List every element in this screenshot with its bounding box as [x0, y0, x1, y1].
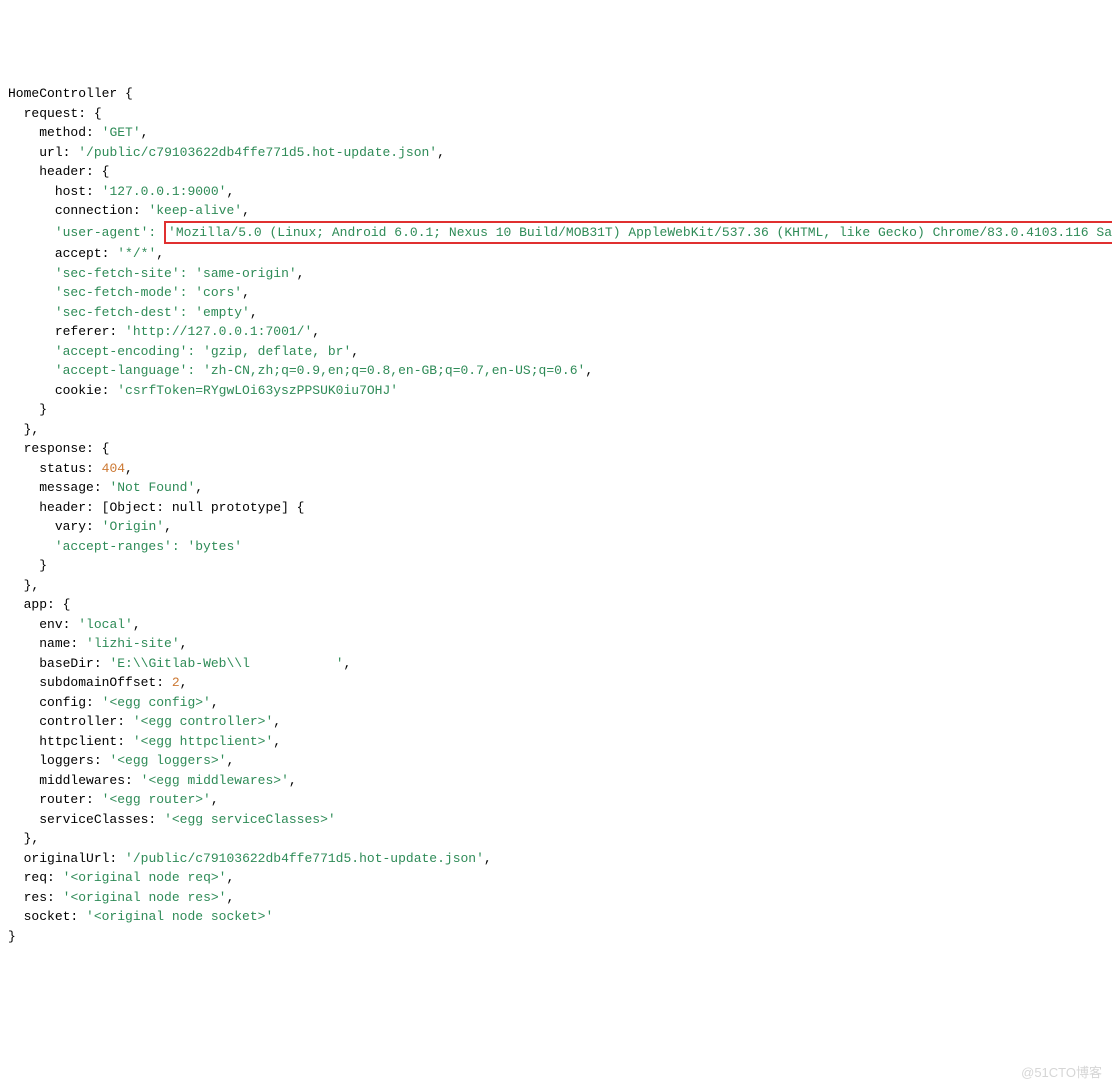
referer-key: referer: — [55, 324, 117, 339]
accept-val: '*/*' — [117, 246, 156, 261]
env-key: env: — [39, 617, 70, 632]
app-open: app: { — [24, 597, 71, 612]
originalurl-val: '/public/c79103622db4ffe771d5.hot-update… — [125, 851, 484, 866]
host-val: '127.0.0.1:9000' — [102, 184, 227, 199]
loggers-val: '<egg loggers>' — [109, 753, 226, 768]
sub-key: subdomainOffset: — [39, 675, 164, 690]
response-close: }, — [24, 578, 40, 593]
resp-header-close: } — [39, 558, 47, 573]
alang-key: 'accept-language': — [55, 363, 195, 378]
sub-val: 2 — [172, 675, 180, 690]
vary-key: vary: — [55, 519, 94, 534]
method-key: method: — [39, 125, 94, 140]
sfd-val: 'empty' — [195, 305, 250, 320]
response-open: response: { — [24, 441, 110, 456]
config-val: '<egg config>' — [102, 695, 211, 710]
watermark-text: @51CTO博客 — [1021, 1063, 1102, 1083]
env-val: 'local' — [78, 617, 133, 632]
console-output: HomeController { request: { method: 'GET… — [8, 84, 1104, 946]
loggers-key: loggers: — [39, 753, 101, 768]
ar-val: 'bytes' — [187, 539, 242, 554]
host-key: host: — [55, 184, 94, 199]
connection-key: connection: — [55, 203, 141, 218]
controller-val: '<egg controller>' — [133, 714, 273, 729]
socket-key: socket: — [24, 909, 79, 924]
req-val: '<original node req>' — [63, 870, 227, 885]
res-val: '<original node res>' — [63, 890, 227, 905]
originalurl-key: originalUrl: — [24, 851, 118, 866]
controller-key: controller: — [39, 714, 125, 729]
message-key: message: — [39, 480, 101, 495]
accept-key: accept: — [55, 246, 110, 261]
router-val: '<egg router>' — [102, 792, 211, 807]
res-key: res: — [24, 890, 55, 905]
url-key: url: — [39, 145, 70, 160]
aenc-val: 'gzip, deflate, br' — [203, 344, 351, 359]
header-open: header: { — [39, 164, 109, 179]
basedir-val: 'E:\\Gitlab-Web\\l ' — [109, 656, 343, 671]
httpclient-val: '<egg httpclient>' — [133, 734, 273, 749]
connection-val: 'keep-alive' — [148, 203, 242, 218]
status-val: 404 — [102, 461, 125, 476]
resp-header-desc: [Object: null prototype] { — [102, 500, 305, 515]
sfs-val: 'same-origin' — [195, 266, 296, 281]
request-close: }, — [24, 422, 40, 437]
method-val: 'GET' — [102, 125, 141, 140]
user-agent-highlight: 'Mozilla/5.0 (Linux; Android 6.0.1; Nexu… — [164, 221, 1112, 245]
alang-val: 'zh-CN,zh;q=0.9,en;q=0.8,en-GB;q=0.7,en-… — [203, 363, 585, 378]
sfm-key: 'sec-fetch-mode': — [55, 285, 188, 300]
basedir-key: baseDir: — [39, 656, 101, 671]
url-val: '/public/c79103622db4ffe771d5.hot-update… — [78, 145, 437, 160]
svc-val: '<egg serviceClasses>' — [164, 812, 336, 827]
request-open: request: { — [24, 106, 102, 121]
referer-val: 'http://127.0.0.1:7001/' — [125, 324, 312, 339]
header-close: } — [39, 402, 47, 417]
resp-header-key: header: — [39, 500, 94, 515]
root-open: HomeController { — [8, 86, 133, 101]
sfs-key: 'sec-fetch-site': — [55, 266, 188, 281]
middlewares-key: middlewares: — [39, 773, 133, 788]
sfm-val: 'cors' — [195, 285, 242, 300]
aenc-key: 'accept-encoding': — [55, 344, 195, 359]
sfd-key: 'sec-fetch-dest': — [55, 305, 188, 320]
req-key: req: — [24, 870, 55, 885]
root-close: } — [8, 929, 16, 944]
config-key: config: — [39, 695, 94, 710]
cookie-val: 'csrfToken=RYgwLOi63yszPPSUK0iu7OHJ' — [117, 383, 398, 398]
socket-val: '<original node socket>' — [86, 909, 273, 924]
app-close: }, — [24, 831, 40, 846]
status-key: status: — [39, 461, 94, 476]
httpclient-key: httpclient: — [39, 734, 125, 749]
message-val: 'Not Found' — [109, 480, 195, 495]
router-key: router: — [39, 792, 94, 807]
name-key: name: — [39, 636, 78, 651]
user-agent-key: 'user-agent': — [55, 225, 156, 240]
vary-val: 'Origin' — [102, 519, 164, 534]
user-agent-val: 'Mozilla/5.0 (Linux; Android 6.0.1; Nexu… — [168, 225, 1112, 240]
name-val: 'lizhi-site' — [86, 636, 180, 651]
svc-key: serviceClasses: — [39, 812, 156, 827]
ar-key: 'accept-ranges': — [55, 539, 180, 554]
cookie-key: cookie: — [55, 383, 110, 398]
middlewares-val: '<egg middlewares>' — [141, 773, 289, 788]
